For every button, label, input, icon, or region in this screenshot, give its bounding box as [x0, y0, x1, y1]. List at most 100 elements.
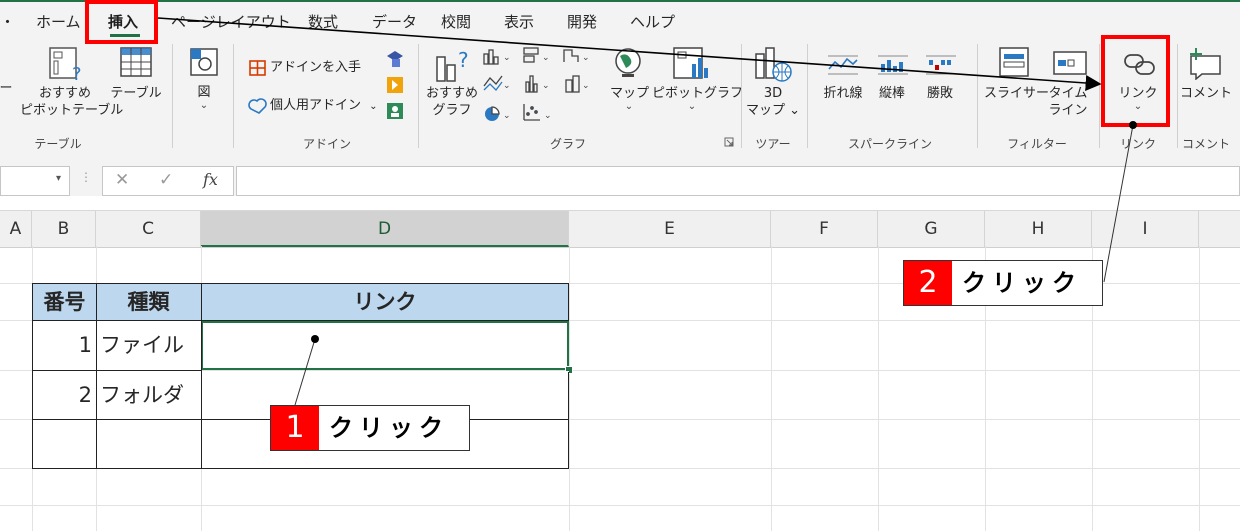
sparkline-line-label: 折れ線	[823, 86, 863, 101]
tab-formulas[interactable]: 数式	[308, 11, 338, 32]
sparkline-column-button[interactable]: 縦棒	[872, 85, 912, 102]
3d-map-label-2-text: マップ	[746, 103, 786, 118]
header-cell-link[interactable]: リンク	[201, 284, 569, 320]
3d-map-label-2: マップ ⌄	[746, 103, 801, 118]
formula-input[interactable]	[236, 166, 1240, 196]
tab-help[interactable]: ヘルプ	[630, 11, 675, 32]
tab-file-partial[interactable]: ・	[0, 11, 15, 32]
callout-step-2: 2 クリック	[903, 260, 1103, 306]
sparkline-line-button[interactable]: 折れ線	[818, 85, 868, 102]
pivotchart-button[interactable]: ピボットグラフ ⌄	[652, 85, 744, 112]
column-header-i[interactable]: I	[1092, 211, 1199, 247]
pivot-table-button-partial[interactable]: ー	[0, 80, 16, 97]
table-button[interactable]: テーブル	[108, 85, 164, 102]
group-label-addins: アドイン	[302, 137, 352, 151]
svg-text:?: ?	[458, 48, 469, 72]
ribbon-tab-bar: ・ ホーム 挿入 ページレイアウト 数式 データ 校閲 表示 開発 ヘルプ	[0, 0, 1240, 40]
column-header-h[interactable]: H	[985, 211, 1092, 247]
svg-text:⌄: ⌄	[582, 53, 590, 63]
grid-line	[878, 246, 879, 531]
highlight-link-button	[1101, 35, 1170, 127]
header-cell-type[interactable]: 種類	[96, 284, 201, 320]
table-border	[32, 283, 33, 469]
my-addins-label: 個人用アドイン	[270, 98, 362, 113]
sparkline-column-label: 縦棒	[878, 86, 905, 101]
pivotchart-label: ピボットグラフ	[652, 86, 744, 101]
table-cell-type[interactable]	[96, 420, 201, 468]
group-divider	[1177, 44, 1178, 148]
column-header-c[interactable]: C	[96, 211, 201, 247]
slicer-label: スライサー	[984, 86, 1050, 101]
3d-map-button[interactable]: 3D マップ ⌄	[746, 85, 800, 119]
group-label-charts: グラフ	[549, 137, 587, 151]
tab-developer[interactable]: 開発	[567, 11, 597, 32]
table-border	[568, 372, 569, 469]
comment-button[interactable]: コメント	[1180, 85, 1232, 102]
timeline-label-2: ライン	[1048, 103, 1088, 118]
sparkline-winloss-button[interactable]: 勝敗	[920, 85, 960, 102]
header-cell-number[interactable]: 番号	[33, 284, 96, 320]
name-box[interactable]: ▾	[0, 166, 70, 196]
table-border	[32, 320, 569, 321]
group-divider	[1099, 44, 1100, 148]
sparkline-line-icon	[828, 55, 858, 75]
chevron-down-icon: ⌄	[687, 101, 697, 112]
maps-button[interactable]: マップ ⌄	[610, 85, 650, 112]
group-label-links: リンク	[1119, 137, 1157, 151]
table-cell-number[interactable]: 2	[33, 371, 96, 419]
table-cell-type[interactable]: ファイル	[96, 321, 201, 370]
dialog-launcher-icon[interactable]	[724, 137, 734, 147]
pivotchart-icon	[673, 47, 708, 79]
grid-line	[569, 246, 570, 531]
column-header-f[interactable]: F	[771, 211, 878, 247]
3d-map-label-1: 3D	[763, 86, 783, 101]
tab-review[interactable]: 校閲	[441, 11, 471, 32]
tab-data[interactable]: データ	[372, 11, 417, 32]
tab-home[interactable]: ホーム	[36, 11, 81, 32]
chevron-down-icon[interactable]: ▾	[56, 173, 61, 184]
chart-type-icons[interactable]: ⌄ ⌄ ⌄ ⌄ ⌄ ⌄ ⌄ ⌄	[482, 46, 602, 124]
table-cell-number[interactable]: 1	[33, 321, 96, 370]
column-header-d[interactable]: D	[201, 211, 569, 247]
tab-page-layout[interactable]: ページレイアウト	[171, 11, 291, 32]
grid-line	[771, 246, 772, 531]
enter-icon[interactable]: ✓	[159, 170, 173, 190]
tab-view[interactable]: 表示	[504, 11, 534, 32]
svg-text:⌄: ⌄	[503, 81, 511, 91]
recommended-charts-label-1: おすすめ	[426, 86, 479, 101]
column-header-b[interactable]: B	[32, 211, 96, 247]
insert-function-icon[interactable]: fx	[203, 170, 218, 189]
slicer-button[interactable]: スライサー	[984, 85, 1050, 102]
illustrations-button[interactable]: 図 ⌄	[192, 84, 216, 111]
selected-cell-d[interactable]	[201, 321, 569, 370]
timeline-label-1: タイム	[1048, 86, 1088, 101]
maps-label: マップ	[610, 86, 650, 101]
callout-text-1: クリック	[329, 414, 449, 442]
get-addins-button[interactable]: アドインを入手	[270, 59, 361, 76]
ribbon-insert: ー ? おすすめ ピボットテーブル テーブル テーブル 図 ⌄ アドインを入手	[0, 40, 1240, 153]
get-addins-label: アドインを入手	[270, 60, 362, 75]
group-divider	[233, 44, 234, 148]
recommended-charts-icon: ?	[436, 48, 469, 82]
group-label-filters: フィルター	[1007, 137, 1067, 151]
table-cell-number[interactable]	[33, 420, 96, 468]
recommended-pivottable-button[interactable]: おすすめ ピボットテーブル	[20, 85, 123, 119]
column-header-e[interactable]: E	[569, 211, 771, 247]
store-icon	[249, 60, 266, 76]
column-header-a[interactable]: A	[0, 211, 32, 247]
timeline-button[interactable]: タイム ライン	[1048, 85, 1088, 119]
slicer-icon	[999, 47, 1029, 77]
map-chart-icon	[615, 48, 641, 77]
column-headers: A B C D E F G H I	[0, 210, 1240, 248]
column-header-g[interactable]: G	[878, 211, 985, 247]
table-button-label: テーブル	[110, 86, 162, 101]
highlight-insert-tab	[85, 0, 158, 44]
sparkline-winloss-label: 勝敗	[926, 86, 953, 101]
cancel-icon[interactable]: ✕	[115, 170, 129, 190]
my-addins-button[interactable]: 個人用アドイン ⌄	[270, 97, 378, 115]
table-cell-type[interactable]: フォルダ	[96, 371, 201, 419]
group-divider	[741, 44, 742, 148]
illustrations-icon	[190, 48, 218, 76]
recommended-charts-button[interactable]: おすすめ グラフ	[426, 85, 478, 119]
column-header-j-partial[interactable]	[1199, 211, 1240, 247]
